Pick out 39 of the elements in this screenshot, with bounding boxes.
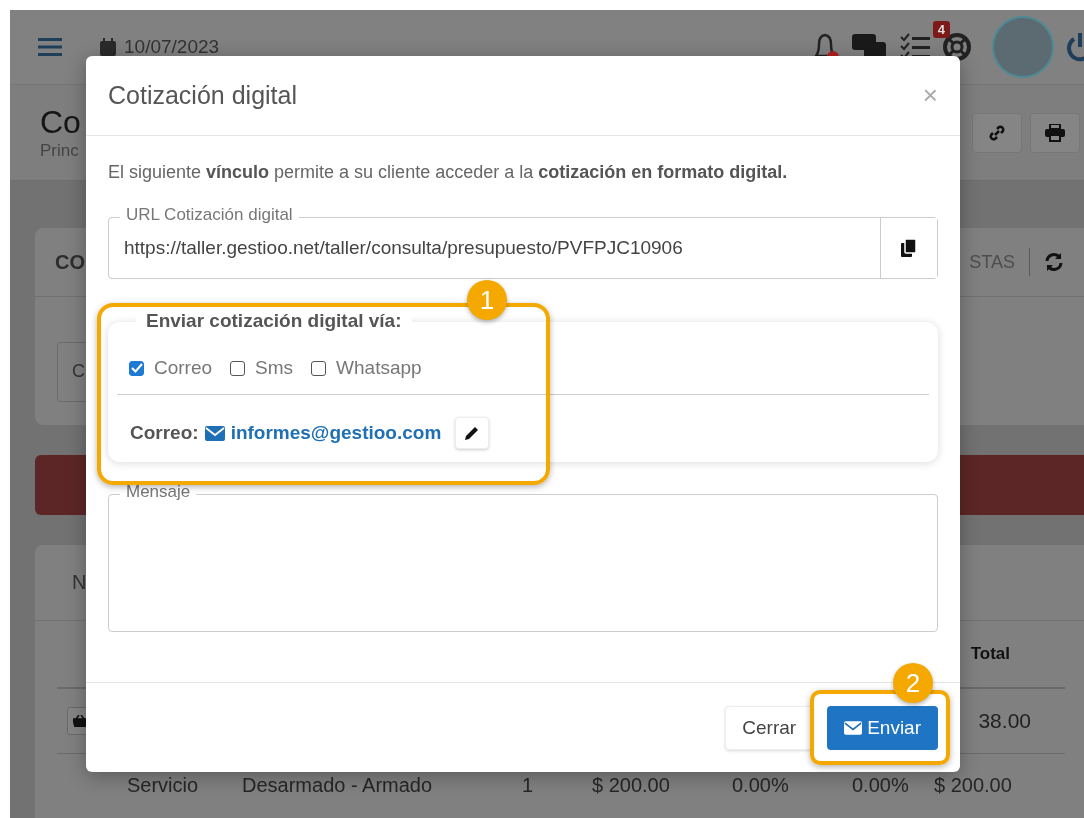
link-button[interactable] xyxy=(972,112,1022,153)
task-count-badge: 4 xyxy=(932,21,950,38)
table-cell-text: $ 200.00 xyxy=(592,774,671,797)
email-label: Correo: xyxy=(130,422,199,444)
checkbox[interactable] xyxy=(129,360,144,376)
email-link[interactable]: informes@gestioo.com xyxy=(230,422,442,444)
date-text: 10/07/2023 xyxy=(124,36,220,58)
column-header: Total xyxy=(970,644,1010,664)
channel-checkbox[interactable]: Sms xyxy=(230,357,294,379)
intro-text: El siguiente vínculo permite a su cliente acceder a la cotización en formato digital. xyxy=(108,162,789,183)
edit-button[interactable] xyxy=(455,417,490,449)
tab-label[interactable]: N xyxy=(72,571,87,594)
table-cell-text: Desarmado - Armado xyxy=(242,774,434,797)
table-cell-text: 0.00% xyxy=(732,774,790,797)
printer-icon xyxy=(1045,123,1065,142)
link-icon xyxy=(988,123,1006,142)
table-cell-text: 0.00% xyxy=(852,774,910,797)
table-cell-text: $ 200.00 xyxy=(934,774,1013,797)
envelope-icon xyxy=(204,425,225,441)
table-cell-text: Servicio xyxy=(127,774,200,797)
checkbox[interactable] xyxy=(230,360,246,376)
dialog-title: Cotización digital xyxy=(108,81,297,110)
card-title: CO xyxy=(55,250,85,274)
send-button[interactable]: Enviar xyxy=(827,705,938,750)
calendar-icon xyxy=(100,38,116,56)
close-button[interactable]: × xyxy=(922,80,938,111)
table-cell-text: 1 xyxy=(522,774,535,797)
table-cell: 38.00 xyxy=(978,709,1031,733)
breadcrumb-text: Princ xyxy=(40,141,80,161)
menu-icon[interactable] xyxy=(38,37,62,57)
basket-icon xyxy=(73,715,87,727)
checkbox[interactable] xyxy=(311,360,327,376)
lifebuoy-icon[interactable] xyxy=(942,32,972,62)
channel-checkbox[interactable]: Correo xyxy=(129,357,213,379)
envelope-icon xyxy=(844,720,863,735)
print-button[interactable] xyxy=(1030,112,1080,153)
refresh-icon[interactable] xyxy=(1044,252,1064,272)
channel-checkbox[interactable]: Whatsapp xyxy=(311,357,422,379)
page-title: Co xyxy=(40,104,81,141)
